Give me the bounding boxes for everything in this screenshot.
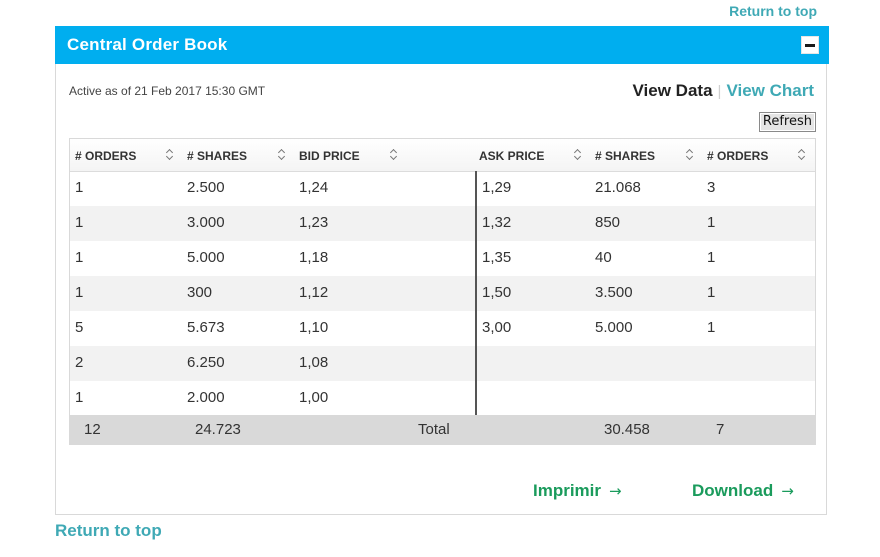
view-separator: | — [717, 83, 722, 100]
ask-orders-cell: 3 — [707, 179, 716, 196]
collapse-button[interactable] — [801, 36, 819, 54]
table-header: # ORDERS # SHARES BID PRICE ASK PRICE # … — [70, 139, 815, 172]
sort-icon[interactable] — [798, 148, 806, 160]
arrow-right-icon: → — [609, 482, 622, 500]
bid-shares-cell: 2.000 — [187, 389, 225, 406]
bid-price-cell: 1,08 — [299, 354, 329, 371]
return-to-top-link[interactable]: Return to top — [729, 3, 817, 19]
table-row: 5 5.673 1,10 3,00 5.000 1 — [70, 311, 815, 346]
bid-price-cell: 1,23 — [299, 214, 329, 231]
print-label: Imprimir — [533, 481, 602, 500]
return-to-top-link-bottom[interactable]: Return to top — [55, 521, 162, 541]
table-row: 2 6.250 1,08 — [70, 346, 815, 381]
order-book-table: # ORDERS # SHARES BID PRICE ASK PRICE # … — [69, 138, 816, 445]
bid-shares-cell: 6.250 — [187, 354, 225, 371]
view-switch: View Data | View Chart — [633, 81, 814, 101]
total-ask-shares: 30.458 — [604, 421, 650, 438]
ask-shares-cell: 3.500 — [595, 284, 633, 301]
ask-price-cell: 1,35 — [482, 249, 512, 266]
bid-orders-cell: 1 — [75, 179, 84, 196]
bid-shares-cell: 300 — [187, 284, 213, 301]
bid-shares-cell: 5.673 — [187, 319, 225, 336]
ask-orders-cell: 1 — [707, 284, 716, 301]
bid-shares-cell: 2.500 — [187, 179, 225, 196]
minus-icon — [805, 44, 815, 47]
header-bid-shares[interactable]: # SHARES — [187, 149, 247, 163]
ask-orders-cell: 1 — [707, 249, 716, 266]
bid-shares-cell: 5.000 — [187, 249, 225, 266]
total-bid-shares: 24.723 — [195, 421, 241, 438]
arrow-right-icon: → — [781, 482, 794, 500]
bid-price-cell: 1,10 — [299, 319, 329, 336]
header-ask-orders[interactable]: # ORDERS — [707, 149, 768, 163]
bid-price-cell: 1,18 — [299, 249, 329, 266]
sort-icon[interactable] — [390, 148, 398, 160]
total-ask-orders: 7 — [716, 421, 725, 438]
total-bid-orders: 12 — [84, 421, 101, 438]
table-row: 1 2.000 1,00 — [70, 381, 815, 416]
header-ask-shares[interactable]: # SHARES — [595, 149, 655, 163]
header-ask-price[interactable]: ASK PRICE — [479, 149, 544, 163]
sort-icon[interactable] — [166, 148, 174, 160]
panel-title: Central Order Book — [67, 35, 228, 54]
ask-shares-cell: 21.068 — [595, 179, 641, 196]
ask-price-cell: 1,50 — [482, 284, 512, 301]
total-label: Total — [418, 421, 450, 438]
print-link[interactable]: Imprimir → — [533, 481, 622, 501]
table-row: 1 2.500 1,24 1,29 21.068 3 — [70, 171, 815, 206]
sort-icon[interactable] — [686, 148, 694, 160]
central-order-book-panel: Central Order Book Active as of 21 Feb 2… — [55, 26, 829, 515]
ask-orders-cell: 1 — [707, 214, 716, 231]
refresh-button[interactable]: Refresh — [758, 112, 816, 132]
ask-price-cell: 3,00 — [482, 319, 512, 336]
header-bid-orders[interactable]: # ORDERS — [75, 149, 136, 163]
panel-header: Central Order Book — [55, 26, 829, 64]
header-bid-price[interactable]: BID PRICE — [299, 149, 360, 163]
table-row: 1 300 1,12 1,50 3.500 1 — [70, 276, 815, 311]
bid-orders-cell: 2 — [75, 354, 84, 371]
bid-orders-cell: 1 — [75, 249, 84, 266]
ask-shares-cell: 850 — [595, 214, 621, 231]
bid-price-cell: 1,00 — [299, 389, 329, 406]
sort-icon[interactable] — [574, 148, 582, 160]
view-chart-tab[interactable]: View Chart — [726, 81, 814, 100]
table-row: 1 5.000 1,18 1,35 40 1 — [70, 241, 815, 276]
bid-orders-cell: 1 — [75, 389, 84, 406]
ask-shares-cell: 40 — [595, 249, 612, 266]
view-data-tab[interactable]: View Data — [633, 81, 713, 100]
ask-price-cell: 1,32 — [482, 214, 512, 231]
bid-price-cell: 1,12 — [299, 284, 329, 301]
totals-row: 12 24.723 Total 30.458 7 — [70, 415, 815, 444]
ask-price-cell: 1,29 — [482, 179, 512, 196]
bid-orders-cell: 1 — [75, 214, 84, 231]
ask-orders-cell: 1 — [707, 319, 716, 336]
active-as-of-timestamp: Active as of 21 Feb 2017 15:30 GMT — [69, 84, 266, 98]
download-link[interactable]: Download → — [692, 481, 794, 501]
bid-ask-divider — [475, 171, 477, 416]
bid-orders-cell: 1 — [75, 284, 84, 301]
table-row: 1 3.000 1,23 1,32 850 1 — [70, 206, 815, 241]
bid-shares-cell: 3.000 — [187, 214, 225, 231]
bid-orders-cell: 5 — [75, 319, 84, 336]
sort-icon[interactable] — [278, 148, 286, 160]
ask-shares-cell: 5.000 — [595, 319, 633, 336]
bid-price-cell: 1,24 — [299, 179, 329, 196]
download-label: Download — [692, 481, 774, 500]
